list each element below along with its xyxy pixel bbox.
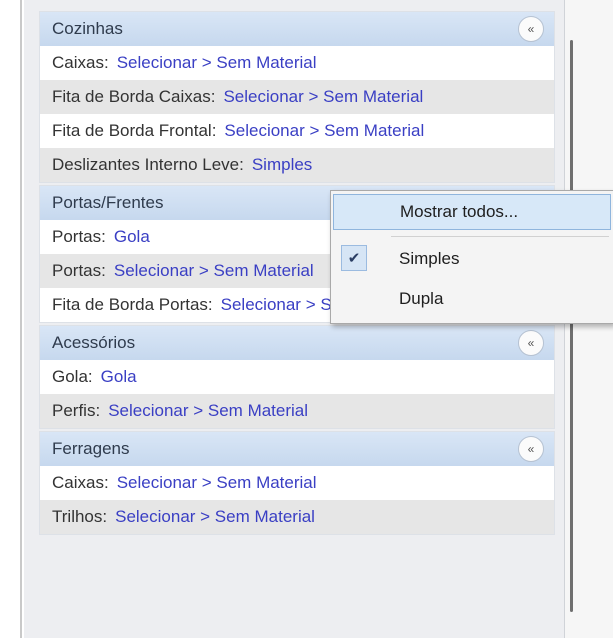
property-value-link[interactable]: Selecionar > Sem Material <box>117 473 317 493</box>
group-header-ferragens[interactable]: Ferragens « <box>40 432 554 466</box>
property-value-link[interactable]: Selecionar > Sem Material <box>114 261 314 281</box>
menu-item-label: Dupla <box>399 289 444 308</box>
collapse-chevron-icon[interactable]: « <box>518 16 544 42</box>
property-label: Portas: <box>52 227 106 246</box>
menu-separator <box>391 236 609 237</box>
property-value-link[interactable]: Gola <box>101 367 137 387</box>
collapse-chevron-icon[interactable]: « <box>518 436 544 462</box>
context-menu: Mostrar todos... ✔ Simples Dupla <box>330 190 613 324</box>
group-title: Cozinhas <box>52 19 123 38</box>
group-cozinhas: Cozinhas « Caixas: Selecionar > Sem Mate… <box>40 12 554 182</box>
property-row: Gola: Gola <box>40 360 554 394</box>
property-label: Caixas: <box>52 473 109 492</box>
property-label: Portas: <box>52 261 106 280</box>
checkmark-icon: ✔ <box>341 245 367 271</box>
property-label: Gola: <box>52 367 93 386</box>
window-left-border <box>20 0 22 638</box>
group-header-acessorios[interactable]: Acessórios « <box>40 326 554 360</box>
property-label: Caixas: <box>52 53 109 72</box>
group-title: Ferragens <box>52 439 130 458</box>
property-value-link[interactable]: Selecionar > Sem Material <box>108 401 308 421</box>
menu-item-label: Simples <box>399 249 460 268</box>
property-value-link[interactable]: Selecionar > Sem Material <box>224 121 424 141</box>
property-value-link[interactable]: Selecionar > Sem Material <box>117 53 317 73</box>
menu-item-dupla[interactable]: Dupla <box>333 281 611 317</box>
property-label: Perfis: <box>52 401 101 420</box>
menu-item-label: Mostrar todos... <box>400 202 519 221</box>
menu-item-simples[interactable]: ✔ Simples <box>333 241 611 277</box>
property-value-link[interactable]: Selecionar > Sem Material <box>115 507 315 527</box>
group-title: Portas/Frentes <box>52 193 164 212</box>
group-acessorios: Acessórios « Gola: Gola Perfis: Selecion… <box>40 326 554 428</box>
property-label: Fita de Borda Frontal: <box>52 121 217 140</box>
property-row: Caixas: Selecionar > Sem Material <box>40 46 554 80</box>
property-label: Fita de Borda Caixas: <box>52 87 216 106</box>
property-value-link[interactable]: Selecionar > Sem Material <box>223 87 423 107</box>
group-header-cozinhas[interactable]: Cozinhas « <box>40 12 554 46</box>
scrollbar[interactable] <box>570 40 573 612</box>
property-value-link[interactable]: Gola <box>114 227 150 247</box>
collapse-chevron-icon[interactable]: « <box>518 330 544 356</box>
property-label: Trilhos: <box>52 507 108 526</box>
menu-item-mostrar-todos[interactable]: Mostrar todos... <box>333 194 611 230</box>
property-row: Fita de Borda Frontal: Selecionar > Sem … <box>40 114 554 148</box>
group-ferragens: Ferragens « Caixas: Selecionar > Sem Mat… <box>40 432 554 534</box>
property-row: Trilhos: Selecionar > Sem Material <box>40 500 554 534</box>
property-row: Caixas: Selecionar > Sem Material <box>40 466 554 500</box>
property-value-link[interactable]: Simples <box>252 155 312 175</box>
property-row: Perfis: Selecionar > Sem Material <box>40 394 554 428</box>
group-title: Acessórios <box>52 333 136 352</box>
property-label: Deslizantes Interno Leve: <box>52 155 244 174</box>
property-row: Deslizantes Interno Leve: Simples <box>40 148 554 182</box>
property-label: Fita de Borda Portas: <box>52 295 213 314</box>
property-row: Fita de Borda Caixas: Selecionar > Sem M… <box>40 80 554 114</box>
